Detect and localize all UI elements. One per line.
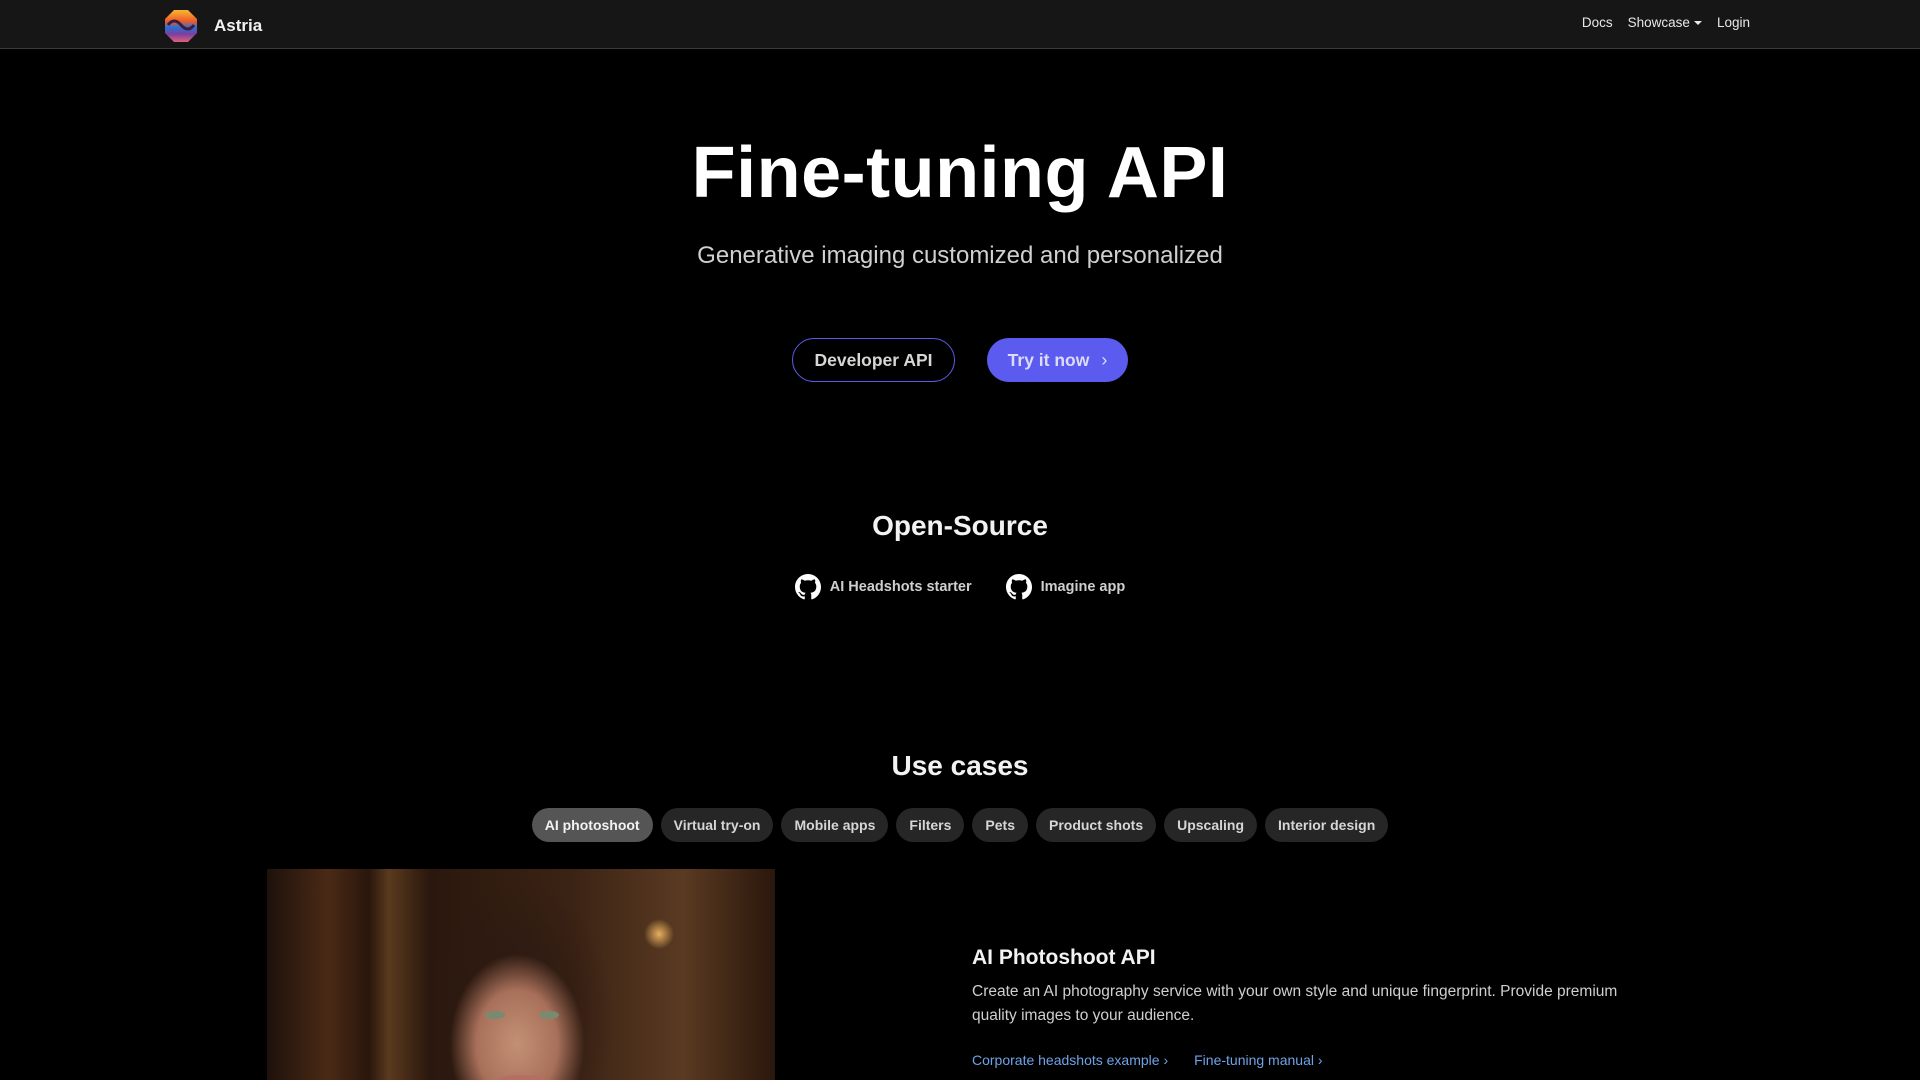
portrait-eye-left: [485, 1011, 505, 1019]
github-icon: [794, 574, 821, 600]
tab-pets[interactable]: Pets: [972, 808, 1028, 842]
nav-showcase-label: Showcase: [1627, 15, 1690, 30]
tab-interior-design[interactable]: Interior design: [1265, 808, 1389, 842]
ai-headshots-starter-link[interactable]: AI Headshots starter: [794, 574, 972, 600]
brand-name: Astria: [214, 16, 263, 35]
use-case-description: Create an AI photography service with yo…: [972, 983, 1618, 1024]
developer-api-label: Developer API: [814, 349, 933, 370]
use-cases-title: Use cases: [891, 750, 1029, 781]
caret-down-icon: [1693, 20, 1702, 25]
nav-docs[interactable]: Docs: [1582, 15, 1613, 30]
use-case-title: AI Photoshoot API: [972, 946, 1156, 969]
tab-mobile-apps[interactable]: Mobile apps: [781, 808, 889, 842]
imagine-app-link[interactable]: Imagine app: [1005, 574, 1126, 600]
hero-title: Fine-tuning API: [691, 133, 1229, 213]
ai-headshots-starter-label: AI Headshots starter: [829, 579, 972, 595]
use-case-links: Corporate headshots example › Fine-tunin…: [972, 1052, 1323, 1068]
nav-login[interactable]: Login: [1717, 15, 1750, 30]
top-navbar: Astria Docs Showcase Login: [0, 0, 1920, 49]
tab-upscaling[interactable]: Upscaling: [1164, 808, 1258, 842]
chevron-right-icon: ›: [1101, 349, 1108, 370]
ai-photoshoot-example-image: [267, 869, 775, 1080]
fine-tuning-manual-label: Fine-tuning manual: [1194, 1052, 1314, 1068]
hero-subtitle: Generative imaging customized and person…: [697, 242, 1223, 269]
try-it-now-button[interactable]: Try it now ›: [987, 338, 1128, 382]
imagine-app-label: Imagine app: [1040, 579, 1126, 595]
corporate-headshots-example-label: Corporate headshots example: [972, 1052, 1160, 1068]
open-source-links: AI Headshots starter Imagine app: [0, 574, 1920, 600]
tab-virtual-try-on[interactable]: Virtual try-on: [660, 808, 774, 842]
tab-ai-photoshoot[interactable]: AI photoshoot: [531, 808, 653, 842]
portrait-eye-right: [539, 1011, 559, 1019]
tab-product-shots[interactable]: Product shots: [1035, 808, 1157, 842]
try-it-now-label: Try it now: [1007, 349, 1090, 370]
chevron-right-icon: ›: [1163, 1052, 1169, 1068]
portrait-lips: [499, 1075, 545, 1080]
chevron-right-icon: ›: [1317, 1052, 1323, 1068]
github-icon: [1005, 574, 1032, 600]
brand-link[interactable]: Astria: [164, 9, 262, 43]
nav-showcase[interactable]: Showcase: [1628, 15, 1702, 30]
astria-logo-icon: [165, 10, 197, 42]
corporate-headshots-example-link[interactable]: Corporate headshots example ›: [972, 1052, 1168, 1068]
fine-tuning-manual-link[interactable]: Fine-tuning manual ›: [1194, 1052, 1322, 1068]
tab-filters[interactable]: Filters: [896, 808, 965, 842]
developer-api-button[interactable]: Developer API: [792, 338, 955, 382]
nav-menu: Docs Showcase Login: [1582, 15, 1750, 30]
open-source-title: Open-Source: [872, 510, 1048, 541]
use-case-tabs: AI photoshoot Virtual try-on Mobile apps…: [0, 808, 1920, 842]
